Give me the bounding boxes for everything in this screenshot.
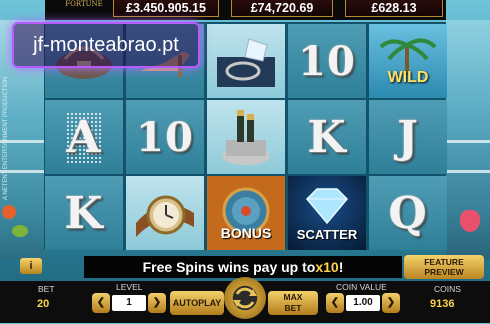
scatter-symbol: SCATTER [288,176,366,250]
promo-watermark: jf-monteabrao.pt [12,22,200,68]
level-increase-button[interactable]: ❯ [148,293,166,313]
coins-value: 9136 [430,298,455,310]
feature-label-line2: PREVIEW [424,267,464,277]
level-value: 1 [112,295,146,311]
right-scenery [446,20,490,260]
bet-label: BET [38,284,55,294]
chevron-left-icon: ❮ [96,297,106,308]
symbol-k: K [288,100,366,174]
message-bar: Free Spins wins pay up to x10 ! [84,256,402,278]
jackpot-mega: £3.450.905.15 [113,0,219,17]
wild-symbol: WILD [369,24,447,98]
info-button[interactable]: i [20,258,42,274]
symbol-q: Q [369,176,447,250]
coin-value-decrease-button[interactable]: ❮ [326,293,344,313]
bonus-symbol: BONUS [207,176,285,250]
feature-preview-button[interactable]: FEATURE PREVIEW [404,255,484,279]
symbol-ring [207,24,285,98]
coins-label: COINS [434,284,461,294]
symbol-champagne [207,100,285,174]
logo-word: FORTUNE [65,0,103,8]
reel-4: 10 K SCATTER [287,22,367,250]
reel-5: WILD J Q [368,22,448,250]
symbol-a: A [45,100,123,174]
spin-button[interactable] [224,277,266,319]
message-highlight: x10 [315,259,339,275]
message-suffix: ! [338,259,344,275]
coin-value: 1.00 [346,295,380,311]
bet-value: 20 [37,298,50,310]
autoplay-button[interactable]: AUTOPLAY [170,291,224,315]
level-label: LEVEL [116,282,143,292]
control-panel: BET 20 LEVEL ❮ 1 ❯ AUTOPLAY MAX BET COIN… [0,277,490,323]
symbol-ten: 10 [288,24,366,98]
max-bet-line1: MAX [283,292,303,302]
max-bet-button[interactable]: MAX BET [268,291,318,315]
level-decrease-button[interactable]: ❮ [92,293,110,313]
chevron-right-icon: ❯ [152,297,162,308]
symbol-k: K [45,176,123,250]
feature-label-line1: FEATURE [424,257,464,267]
max-bet-line2: BET [284,303,302,313]
chevron-left-icon: ❮ [330,297,340,308]
symbol-j: J [369,100,447,174]
chevron-right-icon: ❯ [386,297,396,308]
jackpot-major: £74,720.69 [231,0,333,17]
jackpot-minor: £628.13 [345,0,443,17]
symbol-ten: 10 [126,100,204,174]
message-text: Free Spins wins pay up to [142,259,316,275]
game-logo: FORTUNE [56,0,112,24]
spin-arrows-icon [233,287,257,309]
coin-value-label: COIN VALUE [336,282,387,292]
symbol-watch [126,176,204,250]
coin-value-increase-button[interactable]: ❯ [382,293,400,313]
production-credit: A NETENT ENTERTAINMENT PRODUCTION [3,76,9,200]
reel-3: BONUS [206,22,286,250]
